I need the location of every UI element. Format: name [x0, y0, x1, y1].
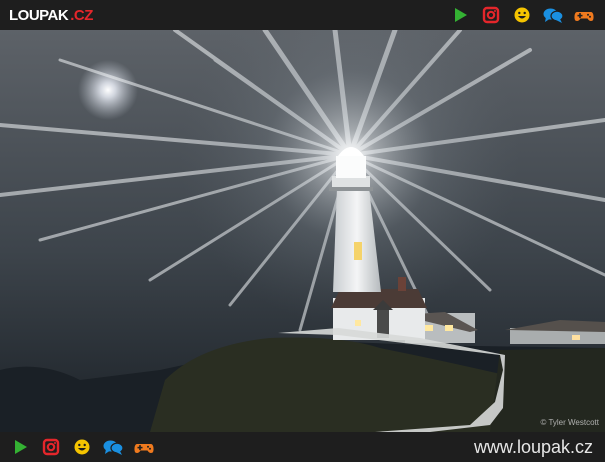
- smiley-icon[interactable]: [511, 5, 533, 25]
- instagram-icon[interactable]: [480, 5, 502, 25]
- instagram-icon[interactable]: [40, 437, 62, 457]
- site-url[interactable]: www.loupak.cz: [474, 437, 593, 458]
- lighthouse-photo: © Tyler Westcott: [0, 30, 605, 432]
- bottom-bar: www.loupak.cz: [0, 432, 605, 462]
- top-icon-nav: [440, 5, 595, 25]
- chat-icon[interactable]: [102, 437, 124, 457]
- photo-credit: © Tyler Westcott: [540, 418, 599, 427]
- logo-main-text: LOUPAK: [9, 6, 69, 24]
- chat-icon[interactable]: [542, 5, 564, 25]
- site-logo[interactable]: LOUPAK .CZ: [9, 6, 93, 24]
- logo-tld-text: .CZ: [70, 6, 93, 24]
- lighthouse-photo-svg: [0, 30, 605, 432]
- play-icon[interactable]: [449, 5, 471, 25]
- smiley-icon[interactable]: [71, 437, 93, 457]
- play-icon[interactable]: [9, 437, 31, 457]
- bottom-icon-nav: [9, 437, 155, 457]
- top-bar: LOUPAK .CZ: [0, 0, 605, 30]
- gamepad-icon[interactable]: [573, 5, 595, 25]
- gamepad-icon[interactable]: [133, 437, 155, 457]
